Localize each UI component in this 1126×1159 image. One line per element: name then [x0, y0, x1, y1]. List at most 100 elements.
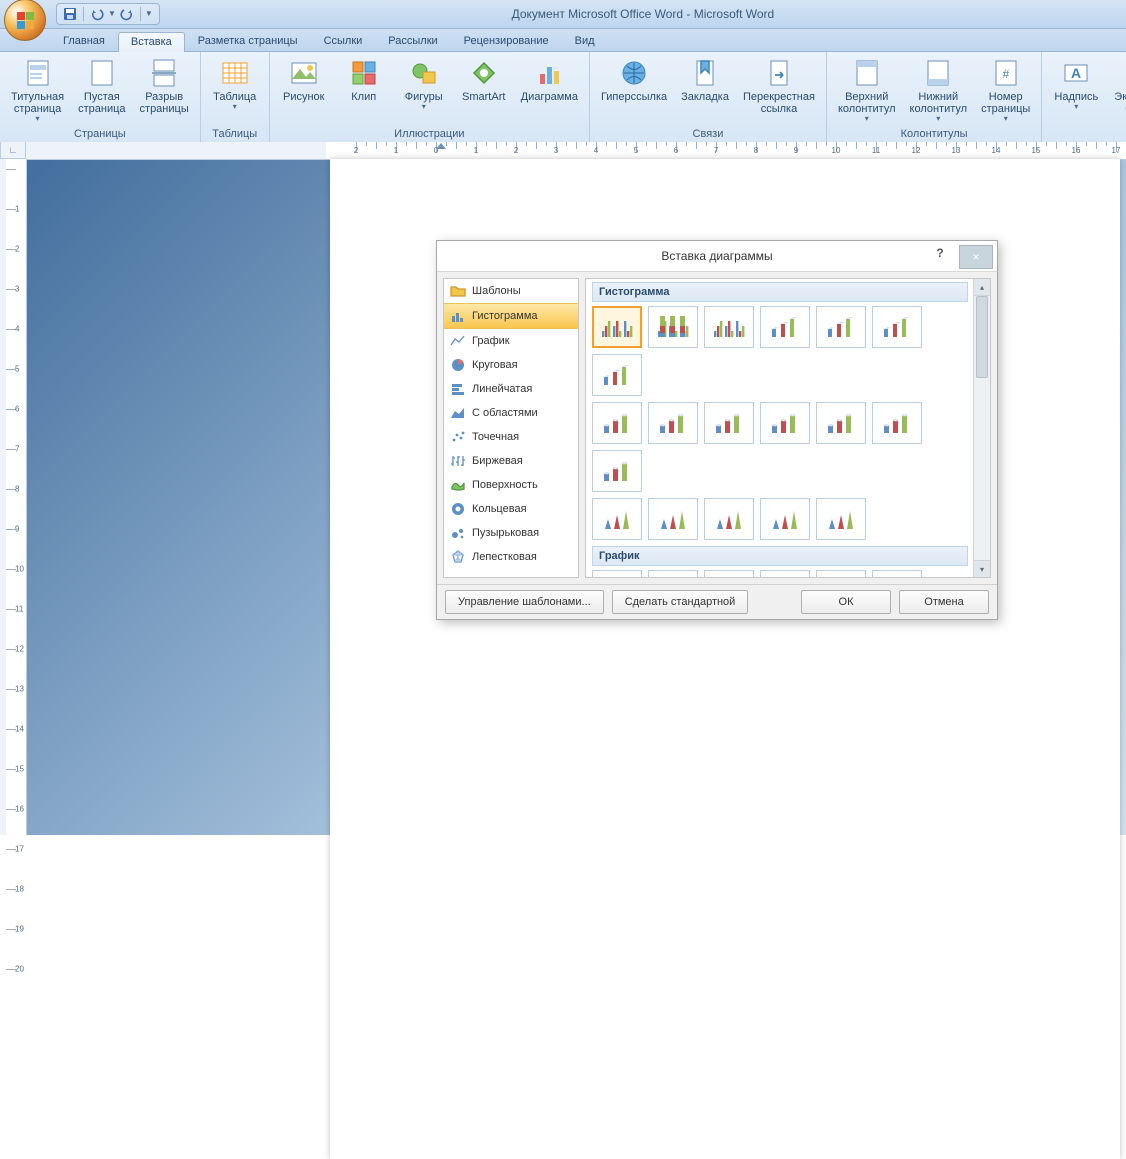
chart-thumb[interactable]	[816, 306, 866, 348]
chart-thumb[interactable]	[592, 450, 642, 492]
clip-button[interactable]: Клип	[334, 54, 394, 106]
bookmark-button[interactable]: Закладка	[674, 54, 736, 106]
vertical-ruler[interactable]: 1234567891011121314151617181920	[0, 159, 27, 835]
horizontal-ruler[interactable]: 2101234567891011121314151617	[26, 142, 1126, 160]
chart-gallery: ГистограммаГрафикКруговая ▴ ▾	[585, 278, 991, 578]
category-label: Шаблоны	[472, 285, 521, 297]
dialog-help-button[interactable]: ?	[923, 241, 957, 265]
crossref-button[interactable]: Перекрестная ссылка	[736, 54, 822, 118]
chart-thumb[interactable]	[704, 306, 754, 348]
dialog-titlebar[interactable]: Вставка диаграммы ? ×	[437, 241, 997, 272]
chart-thumb[interactable]	[760, 402, 810, 444]
hbar-chart-icon	[450, 381, 466, 397]
office-button[interactable]	[4, 0, 46, 41]
chart-category-лепестковая[interactable]: Лепестковая	[444, 545, 578, 569]
tab-ссылки[interactable]: Ссылки	[311, 31, 376, 51]
chart-thumb[interactable]	[816, 498, 866, 540]
scroll-thumb[interactable]	[976, 296, 988, 378]
tab-рассылки[interactable]: Рассылки	[375, 31, 450, 51]
chart-category-график[interactable]: График	[444, 329, 578, 353]
chart-thumb[interactable]	[760, 498, 810, 540]
group-label: Колонтитулы	[831, 128, 1037, 142]
chart-thumb[interactable]	[592, 402, 642, 444]
tab-вставка[interactable]: Вставка	[118, 32, 185, 52]
chart-thumb[interactable]	[648, 402, 698, 444]
group-label: Т	[1046, 128, 1126, 142]
chart-thumb[interactable]	[816, 402, 866, 444]
header-button[interactable]: Верхний колонтитул▾	[831, 54, 903, 126]
chart-category-шаблоны[interactable]: Шаблоны	[444, 279, 578, 303]
tab-рецензирование[interactable]: Рецензирование	[451, 31, 562, 51]
chart-thumb[interactable]	[704, 498, 754, 540]
group-label: Таблицы	[205, 128, 265, 142]
set-default-button[interactable]: Сделать стандартной	[612, 590, 749, 614]
group-label: Страницы	[4, 128, 196, 142]
blank-page-button[interactable]: Пустая страница	[71, 54, 132, 118]
undo-dropdown-icon[interactable]: ▼	[108, 9, 116, 18]
chart-thumb[interactable]	[592, 498, 642, 540]
chart-button[interactable]: Диаграмма	[514, 54, 585, 106]
undo-button[interactable]	[88, 5, 106, 23]
scatter-chart-icon	[450, 429, 466, 445]
manage-templates-button[interactable]: Управление шаблонами...	[445, 590, 604, 614]
redo-button[interactable]	[118, 5, 136, 23]
insert-chart-dialog: Вставка диаграммы ? × Шаблоны Гистограмма…	[436, 240, 998, 620]
chart-category-точечная[interactable]: Точечная	[444, 425, 578, 449]
dialog-footer: Управление шаблонами... Сделать стандарт…	[437, 584, 997, 619]
ruler-corner: ∟	[0, 142, 26, 159]
chart-thumb[interactable]	[872, 570, 922, 577]
chart-thumb[interactable]	[592, 354, 642, 396]
save-button[interactable]	[61, 5, 79, 23]
tab-разметка-страницы[interactable]: Разметка страницы	[185, 31, 311, 51]
chart-category-гистограмма[interactable]: Гистограмма	[444, 303, 578, 329]
chart-thumb[interactable]	[648, 570, 698, 577]
gallery-section-header: Гистограмма	[592, 282, 968, 302]
quick-access-toolbar: ▼ ▼	[56, 3, 160, 25]
picture-button[interactable]: Рисунок	[274, 54, 334, 106]
shapes-button[interactable]: Фигуры▾	[394, 54, 454, 114]
footer-button[interactable]: Нижний колонтитул▾	[903, 54, 975, 126]
chart-thumb[interactable]	[872, 306, 922, 348]
table-button[interactable]: Таблица▾	[205, 54, 265, 114]
page-break-button[interactable]: Разрыв страницы	[133, 54, 196, 118]
chart-thumb[interactable]	[592, 570, 642, 577]
line-chart-icon	[450, 333, 466, 349]
group-label: Связи	[594, 128, 822, 142]
category-label: Точечная	[472, 431, 519, 443]
cover-page-button[interactable]: Титульная страница▾	[4, 54, 71, 126]
chart-category-пузырьковая[interactable]: Пузырьковая	[444, 521, 578, 545]
cancel-button[interactable]: Отмена	[899, 590, 989, 614]
dialog-close-button[interactable]: ×	[959, 245, 993, 269]
chart-thumb[interactable]	[816, 570, 866, 577]
qat-customize-icon[interactable]: ▼	[145, 9, 153, 18]
page-number-button[interactable]: #Номер страницы▾	[974, 54, 1037, 126]
chart-category-линейчатая[interactable]: Линейчатая	[444, 377, 578, 401]
tab-вид[interactable]: Вид	[562, 31, 608, 51]
chart-category-с областями[interactable]: С областями	[444, 401, 578, 425]
chart-category-биржевая[interactable]: Биржевая	[444, 449, 578, 473]
scroll-up-button[interactable]: ▴	[974, 279, 990, 296]
gallery-scrollbar[interactable]: ▴ ▾	[973, 279, 990, 577]
smartart-button[interactable]: SmartArt	[454, 54, 514, 106]
chart-thumb[interactable]	[704, 402, 754, 444]
quick-parts-button[interactable]: Экспресс-блоки▾	[1106, 54, 1126, 126]
hyperlink-button[interactable]: Гиперссылка	[594, 54, 674, 106]
chart-thumb[interactable]	[760, 570, 810, 577]
chart-thumb[interactable]	[704, 570, 754, 577]
ok-button[interactable]: ОК	[801, 590, 891, 614]
chart-category-поверхность[interactable]: Поверхность	[444, 473, 578, 497]
chart-thumb[interactable]	[648, 306, 698, 348]
scroll-down-button[interactable]: ▾	[974, 560, 990, 577]
chart-thumb[interactable]	[592, 306, 642, 348]
chart-thumb[interactable]	[648, 498, 698, 540]
bar-chart-icon	[450, 308, 466, 324]
textbox-button[interactable]: AНадпись▾	[1046, 54, 1106, 114]
folder-icon	[450, 283, 466, 299]
chart-thumb[interactable]	[872, 402, 922, 444]
chart-thumb[interactable]	[760, 306, 810, 348]
chart-category-круговая[interactable]: Круговая	[444, 353, 578, 377]
tab-главная[interactable]: Главная	[50, 31, 118, 51]
category-label: Кольцевая	[472, 503, 527, 515]
chart-category-кольцевая[interactable]: Кольцевая	[444, 497, 578, 521]
category-label: Биржевая	[472, 455, 523, 467]
